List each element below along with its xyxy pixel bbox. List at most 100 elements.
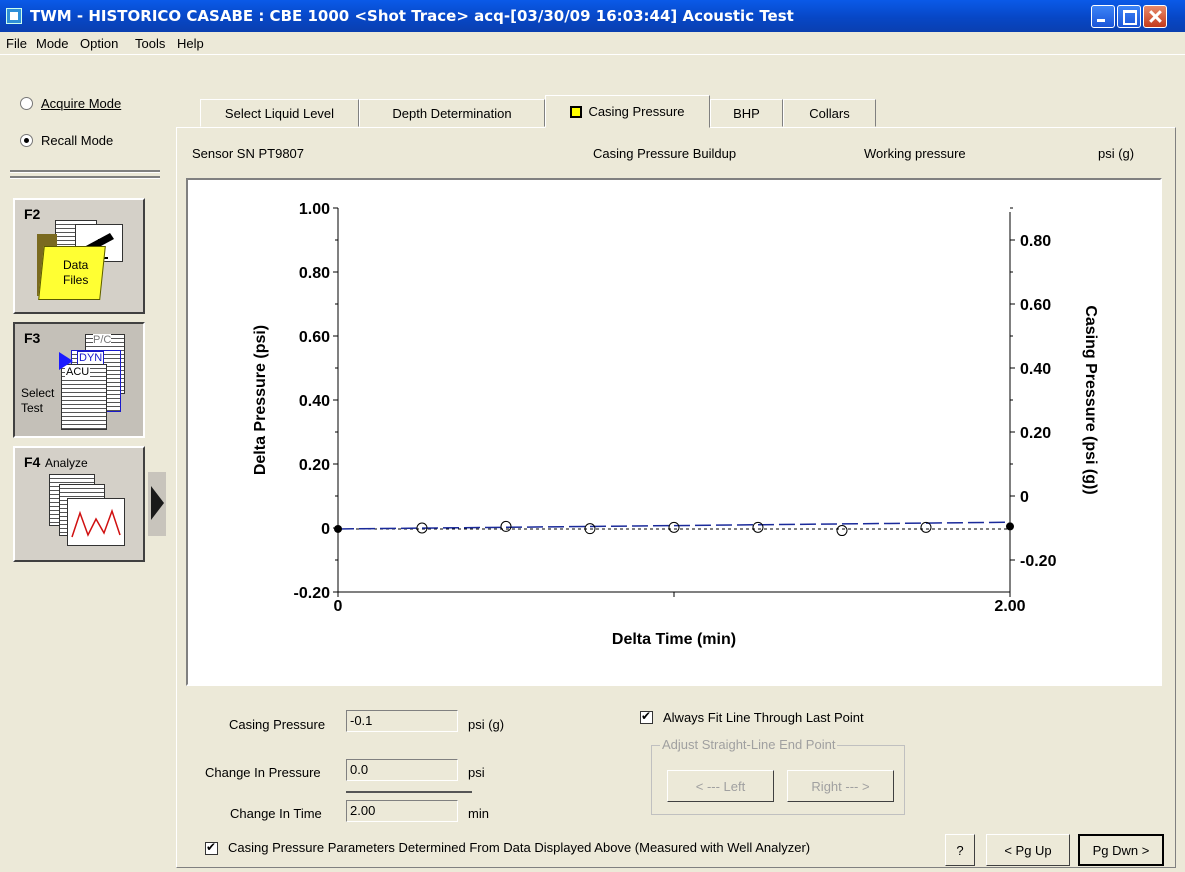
dyn-doc-label: DYN [77, 351, 105, 365]
chart-title: Casing Pressure Buildup [593, 146, 737, 161]
y-right-tick-label: -0.20 [1020, 553, 1057, 570]
minimize-button[interactable] [1091, 5, 1115, 28]
page-down-button[interactable]: Pg Dwn > [1078, 834, 1164, 866]
y-tick-label: 0.40 [299, 393, 330, 410]
f3-key: F3 [24, 330, 41, 346]
separator [10, 170, 160, 173]
menu-tools[interactable]: Tools [135, 36, 165, 51]
maximize-button[interactable] [1117, 5, 1141, 28]
casing-pressure-chart: -0.2000.200.400.600.801.00-0.2000.200.40… [252, 201, 1099, 648]
tab-label: BHP [733, 105, 760, 121]
data-point [1006, 522, 1014, 531]
data-point [500, 520, 512, 532]
x-tick-label: 0 [334, 598, 343, 615]
expand-arrow-icon[interactable] [148, 472, 166, 536]
menu-bar: File Mode Option Tools Help [0, 32, 1185, 55]
f4-key: F4 [24, 454, 41, 470]
y-axis-label: Delta Pressure (psi) [252, 325, 269, 475]
change-pressure-field[interactable]: 0.0 [346, 759, 458, 781]
sensor-label: Sensor SN PT9807 [192, 146, 305, 161]
data-point [752, 521, 764, 533]
x-tick-label: 2.00 [994, 598, 1025, 615]
separator [346, 791, 472, 793]
chart-area[interactable]: -0.20 0 0.20 0.40 0.60 0.80 1.00 -0.20 0 0.20 0.40… [186, 178, 1162, 686]
fit-last-point-label: Always Fit Line Through Last Point [663, 710, 864, 725]
recall-mode-label: Recall Mode [41, 133, 114, 148]
chart-doc-icon [67, 498, 125, 546]
data-point [334, 524, 342, 533]
fit-last-point-checkbox[interactable] [640, 709, 653, 724]
menu-help[interactable]: Help [177, 36, 204, 51]
change-pressure-label: Change In Pressure [205, 765, 321, 780]
y-right-axis-label: Casing Pressure (psi (g)) [1082, 305, 1099, 494]
y-tick-label: 0.20 [299, 457, 330, 474]
change-time-unit: min [468, 806, 489, 821]
change-time-label: Change In Time [230, 806, 322, 821]
f4-analyze-button[interactable]: F4 Analyze [13, 446, 145, 562]
data-point [836, 525, 848, 537]
y-right-tick-label: 0.60 [1020, 297, 1051, 314]
separator [10, 176, 160, 179]
y-tick-label: 0.80 [299, 265, 330, 282]
menu-option[interactable]: Option [80, 36, 118, 51]
play-arrow-icon [59, 352, 73, 370]
f2-label-line1: Data [63, 258, 89, 272]
f3-label-line1: Select [21, 386, 55, 400]
acquire-mode-label: Acquire Mode [41, 96, 122, 111]
tab-collars[interactable]: Collars [783, 99, 876, 127]
change-time-field[interactable]: 2.00 [346, 800, 458, 822]
right-button[interactable]: Right --- > [787, 770, 894, 802]
radio-icon[interactable] [20, 134, 33, 147]
casing-pressure-field[interactable]: -0.1 [346, 710, 458, 732]
pc-doc-label: P/C [93, 334, 112, 346]
menu-file[interactable]: File [6, 36, 27, 51]
parameters-label: Casing Pressure Parameters Determined Fr… [228, 840, 811, 855]
casing-pressure-unit: psi (g) [468, 717, 505, 732]
app-icon[interactable] [6, 8, 22, 24]
f2-key: F2 [24, 206, 41, 222]
tab-label: Casing Pressure [588, 104, 685, 119]
active-tab-marker-icon [570, 105, 583, 118]
title-bar[interactable]: TWM - HISTORICO CASABE : CBE 1000 <Shot … [0, 0, 1185, 32]
f2-data-files-button[interactable]: F2 Data Files [13, 198, 145, 314]
recall-mode-radio[interactable]: Recall Mode [20, 133, 113, 148]
f2-label-line2: Files [63, 273, 89, 287]
adjust-end-point-title: Adjust Straight-Line End Point [660, 737, 838, 752]
parameters-checkbox[interactable] [205, 840, 218, 855]
f4-label: Analyze [45, 456, 88, 470]
f3-label-line2: Test [21, 401, 44, 415]
close-button[interactable] [1143, 5, 1167, 28]
f3-select-test-button[interactable]: F3 P/C DYN ACU Select Test [13, 322, 145, 438]
y-tick-label: -0.20 [294, 585, 331, 602]
left-button[interactable]: < --- Left [667, 770, 774, 802]
tab-depth-determination[interactable]: Depth Determination [359, 99, 545, 127]
window-title: TWM - HISTORICO CASABE : CBE 1000 <Shot … [30, 7, 794, 25]
data-point [668, 521, 680, 533]
help-button[interactable]: ? [945, 834, 975, 866]
tab-label: Select Liquid Level [224, 105, 335, 121]
y-tick-label: 0 [321, 521, 330, 538]
y-right-tick-label: 0.80 [1020, 233, 1051, 250]
tab-bhp[interactable]: BHP [710, 99, 783, 127]
tab-casing-pressure[interactable]: Casing Pressure [545, 95, 710, 128]
x-axis-label: Delta Time (min) [612, 631, 736, 648]
y-right-tick-label: 0.20 [1020, 425, 1051, 442]
tab-label: Collars [809, 105, 850, 121]
tab-label: Depth Determination [392, 105, 512, 121]
acquire-mode-radio[interactable]: Acquire Mode [20, 96, 121, 111]
tab-select-liquid-level[interactable]: Select Liquid Level [200, 99, 359, 127]
unit-label: psi (g) [1098, 146, 1135, 161]
change-pressure-unit: psi [468, 765, 485, 780]
y-right-tick-label: 0.40 [1020, 361, 1051, 378]
page-up-button[interactable]: < Pg Up [986, 834, 1070, 866]
casing-pressure-label: Casing Pressure [229, 717, 326, 732]
y-right-tick-label: 0 [1020, 489, 1029, 506]
menu-mode[interactable]: Mode [36, 36, 69, 51]
radio-icon[interactable] [20, 97, 33, 110]
f3-label: Select Test [21, 386, 54, 416]
f2-label: Data Files [63, 258, 88, 288]
y-tick-label: 1.00 [299, 201, 330, 218]
working-pressure-label: Working pressure [864, 146, 966, 161]
y-tick-label: 0.60 [299, 329, 330, 346]
fit-line [337, 521, 1011, 530]
